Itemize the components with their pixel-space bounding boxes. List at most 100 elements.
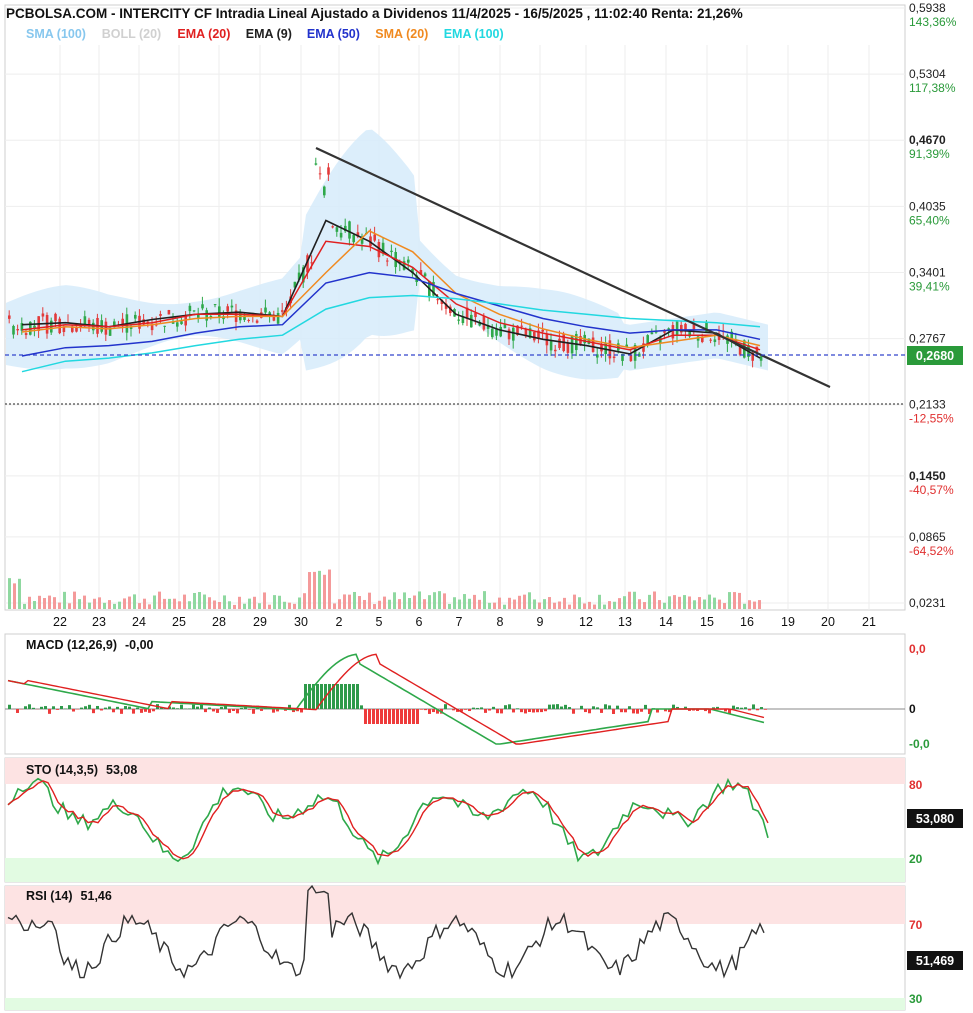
candle: [218, 306, 221, 318]
macd-bar: [500, 709, 503, 714]
volume-bar: [63, 591, 66, 609]
date-tick: 28: [212, 615, 226, 629]
volume-bar: [543, 599, 546, 609]
volume-bar: [143, 598, 146, 609]
volume-bar: [518, 595, 521, 609]
volume-bar: [453, 597, 456, 609]
volume-bar: [558, 601, 561, 609]
volume-bar: [13, 583, 16, 609]
volume-bar: [563, 597, 566, 609]
percent-tick: 143,36%: [909, 15, 957, 29]
volume-bar: [573, 594, 576, 609]
macd-bar: [512, 709, 515, 713]
volume-bar: [423, 599, 426, 609]
volume-bar: [598, 594, 601, 609]
macd-bar: [760, 707, 763, 709]
macd-bar: [444, 704, 447, 709]
macd-bar: [148, 709, 151, 713]
price-tick: 0,4670: [909, 133, 946, 147]
volume-bar: [538, 602, 541, 609]
volume-bar: [758, 600, 761, 609]
volume-bar: [433, 592, 436, 609]
volume-bar: [233, 604, 236, 609]
volume-bar: [48, 595, 51, 609]
macd-bar: [464, 709, 467, 710]
volume-bar: [228, 601, 231, 609]
candle: [436, 299, 439, 301]
macd-bar: [340, 684, 343, 709]
candle: [134, 314, 137, 319]
legend-item-ema-20: EMA (20): [177, 27, 230, 41]
macd-bar: [516, 708, 519, 709]
macd-bar: [368, 709, 371, 724]
macd-bar: [476, 707, 479, 709]
candle: [16, 328, 19, 331]
macd-bar: [8, 704, 11, 709]
volume-bar: [718, 599, 721, 609]
volume-bar: [268, 604, 271, 609]
date-tick: 29: [253, 615, 267, 629]
volume-bar: [443, 593, 446, 609]
volume-bar: [483, 591, 486, 609]
candle: [491, 328, 494, 338]
macd-bar: [424, 709, 427, 711]
volume-bar: [448, 603, 451, 609]
price-tick: 0,3401: [909, 266, 946, 280]
macd-panel: MACD (12,26,9) -0,00 0,0 0 -0,0: [4, 633, 930, 755]
volume-bar: [218, 601, 221, 609]
legend-item-ema-50: EMA (50): [307, 27, 360, 41]
volume-bar: [363, 599, 366, 609]
legend-item-ema-9: EMA (9): [246, 27, 292, 41]
volume-bar: [638, 599, 641, 609]
candle: [176, 322, 179, 327]
candle: [318, 173, 322, 175]
candle: [650, 332, 654, 335]
price-tick: 0,2133: [909, 398, 946, 412]
macd-bar: [16, 709, 19, 713]
volume-bar: [278, 595, 281, 609]
volume-bar: [388, 599, 391, 609]
macd-bar: [568, 707, 571, 709]
macd-bar: [600, 709, 603, 713]
date-tick: 24: [132, 615, 146, 629]
volume-bar: [703, 599, 706, 609]
volume-bar: [523, 594, 526, 609]
macd-bar: [468, 709, 471, 712]
volume-bar: [138, 603, 141, 609]
volume-bar: [673, 595, 676, 609]
macd-axis-zero: 0: [909, 702, 916, 716]
candle: [373, 234, 376, 241]
volume-bar: [293, 603, 296, 609]
date-tick: 6: [416, 615, 423, 629]
volume-bar: [333, 603, 336, 609]
volume-bar: [463, 594, 466, 609]
macd-bar: [80, 707, 83, 709]
macd-bar: [380, 709, 383, 724]
volume-bar: [8, 578, 11, 609]
macd-bar: [644, 704, 647, 709]
macd-bar: [352, 684, 355, 709]
volume-bar: [368, 592, 371, 609]
volume-bar: [323, 574, 326, 609]
date-tick: 25: [172, 615, 186, 629]
macd-bar: [540, 709, 543, 713]
macd-bar: [596, 707, 599, 709]
macd-bar: [508, 704, 511, 709]
volume-bar: [438, 591, 441, 609]
date-tick: 8: [497, 615, 504, 629]
macd-bar: [96, 705, 99, 709]
candle: [83, 316, 87, 325]
macd-bar: [136, 707, 139, 709]
macd-bar: [756, 709, 759, 711]
macd-bar: [120, 709, 123, 714]
volume-bar: [158, 591, 161, 609]
candle: [646, 335, 649, 344]
candle: [612, 356, 616, 359]
candle: [24, 333, 28, 336]
volume-bar: [733, 592, 736, 609]
volume-bar: [553, 602, 556, 609]
macd-bar: [232, 709, 235, 711]
candle: [390, 250, 393, 253]
macd-bar: [612, 709, 615, 714]
rsi-panel: RSI (14) 51,46 70 30 51,469: [4, 884, 963, 1011]
